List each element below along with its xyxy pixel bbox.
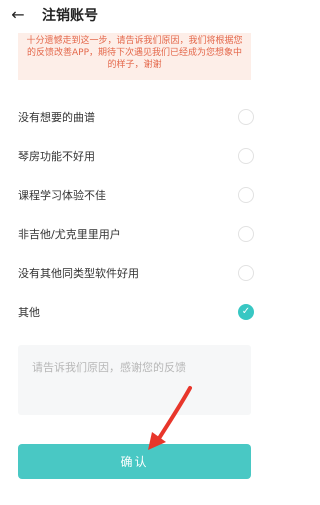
annotation-arrow-icon [148, 386, 192, 450]
arrow-left-icon: ← [11, 4, 25, 24]
feedback-placeholder: 请告诉我们原因，感谢您的反馈 [32, 361, 186, 374]
radio-button[interactable] [238, 187, 254, 203]
page-title: 注销账号 [42, 8, 98, 24]
reason-option-4[interactable]: 非吉他/尤克里里用户 [18, 223, 254, 245]
radio-button[interactable] [238, 226, 254, 242]
radio-button-checked[interactable]: ✓ [238, 304, 254, 320]
notice-banner: 十分遗憾走到这一步，请告诉我们原因，我们将根据您的反馈改善APP，期待下次遇见我… [18, 33, 251, 80]
header-bar: ← 注销账号 [0, 0, 268, 32]
reason-option-6[interactable]: 其他 ✓ [18, 301, 254, 323]
feedback-textarea[interactable]: 请告诉我们原因，感谢您的反馈 [18, 345, 251, 415]
reason-label: 非吉他/尤克里里用户 [18, 228, 121, 241]
radio-button[interactable] [238, 148, 254, 164]
reason-option-2[interactable]: 琴房功能不好用 [18, 145, 254, 167]
radio-button[interactable] [238, 109, 254, 125]
radio-button[interactable] [238, 265, 254, 281]
confirm-label: 确认 [120, 455, 149, 469]
reason-option-5[interactable]: 没有其他同类型软件好用 [18, 262, 254, 284]
reason-option-3[interactable]: 课程学习体验不佳 [18, 184, 254, 206]
back-button[interactable]: ← [8, 4, 28, 24]
reason-option-1[interactable]: 没有想要的曲谱 [18, 106, 254, 128]
notice-text: 十分遗憾走到这一步，请告诉我们原因，我们将根据您的反馈改善APP，期待下次遇见我… [26, 36, 243, 70]
reason-label: 其他 [18, 306, 40, 319]
reason-label: 琴房功能不好用 [18, 150, 95, 163]
check-icon: ✓ [241, 306, 251, 317]
confirm-button[interactable]: 确认 [18, 444, 251, 479]
reason-label: 没有想要的曲谱 [18, 111, 95, 124]
reason-label: 课程学习体验不佳 [18, 189, 106, 202]
reason-label: 没有其他同类型软件好用 [18, 267, 139, 280]
